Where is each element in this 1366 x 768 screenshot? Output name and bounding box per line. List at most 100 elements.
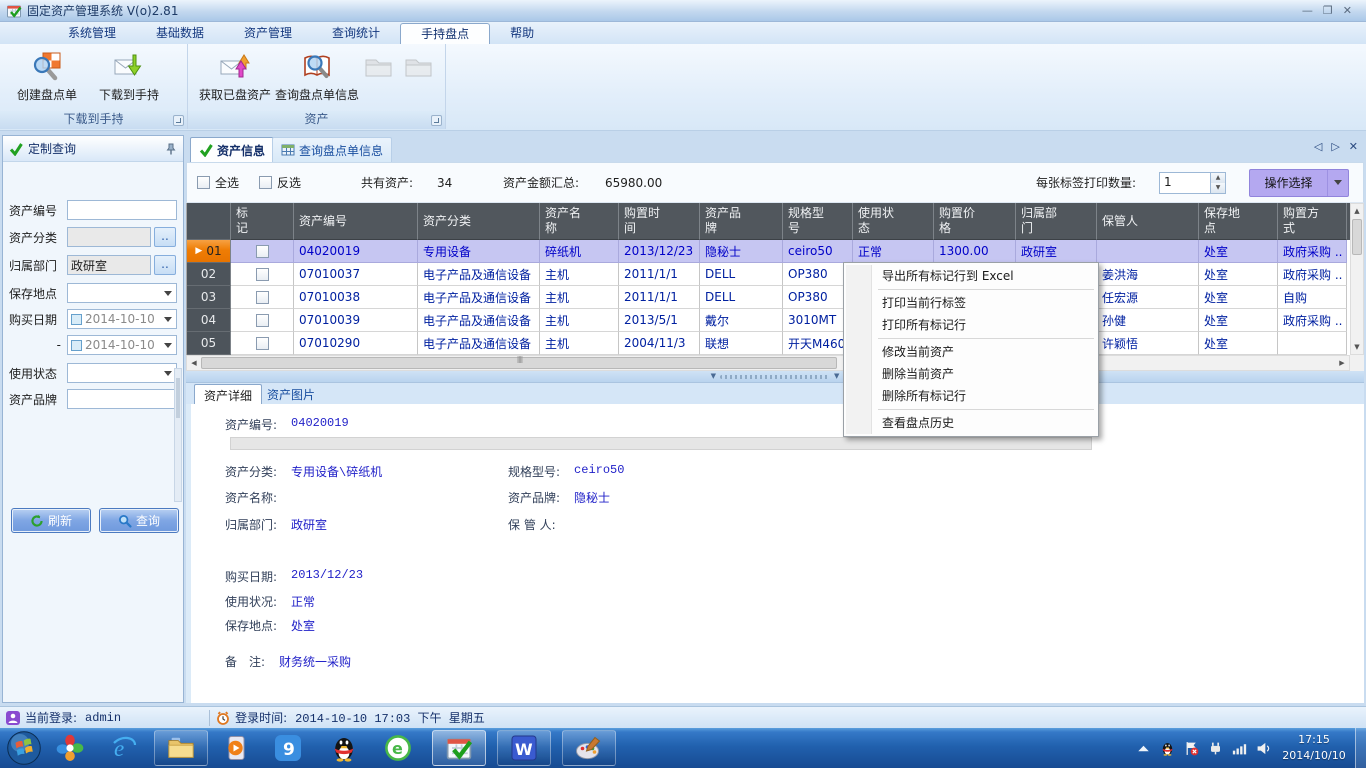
tray-plug-icon xyxy=(1208,741,1223,756)
text-input[interactable] xyxy=(71,203,173,217)
close-icon[interactable]: ✕ xyxy=(1343,2,1352,20)
table-vertical-scrollbar[interactable]: ▲▼ xyxy=(1350,203,1364,355)
panel-splitter[interactable]: ▼▼ xyxy=(186,371,1364,382)
column-header[interactable]: 购置方 式 xyxy=(1278,203,1347,240)
date-picker[interactable]: 2014-10-10 xyxy=(67,309,177,329)
action-select-label: 操作选择 xyxy=(1250,170,1327,196)
menu-tab-5[interactable]: 手持盘点 xyxy=(400,23,490,44)
tray-qq[interactable] xyxy=(1160,741,1175,756)
tab-query-inventory[interactable]: 查询盘点单信息 xyxy=(272,137,392,162)
dialog-launcher-icon[interactable] xyxy=(173,115,184,126)
menu-tab-4[interactable]: 查询统计 xyxy=(312,23,400,44)
context-menu-item-4[interactable]: 打印所有标记行 xyxy=(846,314,1096,336)
file-explorer[interactable] xyxy=(154,730,208,766)
sidebar-field-select-4: 保存地点 xyxy=(9,282,177,304)
column-header[interactable]: 标 记 xyxy=(231,203,294,240)
date-checkbox[interactable] xyxy=(71,314,82,325)
context-menu-item-6[interactable]: 修改当前资产 xyxy=(846,341,1096,363)
dropdown-select[interactable] xyxy=(67,283,177,303)
date-checkbox[interactable] xyxy=(71,340,82,351)
column-header[interactable]: 资产分类 xyxy=(418,203,540,240)
minimize-icon[interactable]: — xyxy=(1302,2,1313,20)
sidebar-scrollbar[interactable] xyxy=(174,368,182,502)
lookup-button[interactable]: .. xyxy=(154,227,176,247)
date-picker[interactable]: 2014-10-10 xyxy=(67,335,177,355)
column-header[interactable]: 购置时 间 xyxy=(619,203,700,240)
context-menu-item-10[interactable]: 查看盘点历史 xyxy=(846,412,1096,434)
pin-icon[interactable] xyxy=(165,143,177,155)
table-horizontal-scrollbar[interactable]: ◀▶ xyxy=(186,355,1350,371)
table-row[interactable]: 0407010039电子产品及通信设备主机2013/5/1戴尔3010MT孙健处… xyxy=(187,309,1350,332)
qq[interactable] xyxy=(330,734,358,762)
column-header[interactable]: 资产品 牌 xyxy=(700,203,783,240)
context-menu-item-3[interactable]: 打印当前行标签 xyxy=(846,292,1096,314)
column-header[interactable]: 购置价 格 xyxy=(934,203,1016,240)
context-menu-item-8[interactable]: 删除所有标记行 xyxy=(846,385,1096,407)
tray-volume[interactable] xyxy=(1256,741,1271,756)
lookup-button[interactable]: .. xyxy=(154,255,176,275)
print-count-input[interactable]: 1 xyxy=(1159,172,1211,194)
column-header[interactable]: 保管人 xyxy=(1097,203,1199,240)
action-select-button[interactable]: 操作选择 xyxy=(1249,169,1349,197)
row-checkbox[interactable] xyxy=(256,337,269,350)
tab-asset-detail[interactable]: 资产详细 xyxy=(194,384,262,405)
column-header[interactable]: 规格型 号 xyxy=(783,203,853,240)
row-checkbox[interactable] xyxy=(256,314,269,327)
ribbon-button[interactable]: 查询盘点单信息 xyxy=(276,48,358,110)
media-player[interactable] xyxy=(222,734,250,762)
tab-asset-info[interactable]: 资产信息 xyxy=(190,137,274,162)
start-button[interactable] xyxy=(6,730,42,766)
table-row[interactable]: 0507010290电子产品及通信设备主机2004/11/3联想开天M4600许… xyxy=(187,332,1350,355)
pinwheel-app[interactable] xyxy=(56,734,84,762)
row-checkbox[interactable] xyxy=(256,291,269,304)
ribbon-button[interactable]: 获取已盘资产 xyxy=(194,48,276,110)
select-all-checkbox[interactable] xyxy=(197,176,210,189)
table-row[interactable]: ▶0104020019专用设备碎纸机2013/12/23隐秘士ceiro50正常… xyxy=(187,240,1350,263)
refresh-button[interactable]: 刷新 xyxy=(11,508,91,533)
ribbon-button-label: 创建盘点单 xyxy=(17,86,77,103)
menu-tab-2[interactable]: 基础数据 xyxy=(136,23,224,44)
text-input[interactable] xyxy=(71,392,173,406)
table-row[interactable]: 0307010038电子产品及通信设备主机2011/1/1DELLOP380任宏… xyxy=(187,286,1350,309)
dropdown-select[interactable] xyxy=(67,363,177,383)
column-header[interactable]: 保存地 点 xyxy=(1199,203,1278,240)
tray-power[interactable] xyxy=(1208,741,1223,756)
internet-explorer[interactable]: e xyxy=(110,734,138,762)
table-header-row: 标 记资产编号资产分类资产名 称购置时 间资产品 牌规格型 号使用状 态购置价 … xyxy=(187,203,1350,240)
writer-app[interactable]: W xyxy=(497,730,551,766)
column-header[interactable]: 资产编号 xyxy=(294,203,418,240)
row-checkbox[interactable] xyxy=(256,268,269,281)
menu-tab-1[interactable]: 系统管理 xyxy=(48,23,136,44)
context-menu-item-1[interactable]: 导出所有标记行到 Excel xyxy=(846,265,1096,287)
menu-tab-3[interactable]: 资产管理 xyxy=(224,23,312,44)
restore-icon[interactable]: ❐ xyxy=(1323,2,1333,20)
query-button[interactable]: 查询 xyxy=(99,508,179,533)
tray-action-center[interactable] xyxy=(1184,741,1199,756)
input-method-app[interactable]: 9 xyxy=(274,734,302,762)
column-header[interactable]: 资产名 称 xyxy=(540,203,619,240)
ribbon-button[interactable]: 创建盘点单 xyxy=(6,48,88,110)
tray-network[interactable] xyxy=(1232,741,1247,756)
invert-select-checkbox[interactable] xyxy=(259,176,272,189)
tab-scroll-right-icon[interactable]: ▷ xyxy=(1331,140,1339,153)
green-browser[interactable]: e xyxy=(384,734,412,762)
print-count-stepper[interactable]: ▲▼ xyxy=(1211,172,1226,194)
tab-asset-picture[interactable]: 资产图片 xyxy=(258,384,324,405)
show-desktop-button[interactable] xyxy=(1355,728,1366,768)
column-header[interactable]: 归属部 门 xyxy=(1016,203,1097,240)
ribbon-button[interactable]: 下载到手持 xyxy=(88,48,170,110)
dialog-launcher-icon[interactable] xyxy=(431,115,442,126)
column-header[interactable]: 使用状 态 xyxy=(853,203,934,240)
row-checkbox[interactable] xyxy=(256,245,269,258)
context-menu-item-7[interactable]: 删除当前资产 xyxy=(846,363,1096,385)
table-row[interactable]: 0207010037电子产品及通信设备主机2011/1/1DELLOP380姜洪… xyxy=(187,263,1350,286)
paint-app[interactable] xyxy=(562,730,616,766)
asset-system[interactable] xyxy=(432,730,486,766)
grid-icon xyxy=(281,143,295,157)
tab-scroll-left-icon[interactable]: ◁ xyxy=(1314,140,1322,153)
tray-expand[interactable] xyxy=(1136,741,1151,756)
menu-tab-6[interactable]: 帮助 xyxy=(490,23,554,44)
tab-close-icon[interactable]: ✕ xyxy=(1349,140,1358,153)
chevron-down-icon[interactable] xyxy=(1327,170,1348,196)
taskbar-clock[interactable]: 17:152014/10/10 xyxy=(1281,732,1347,764)
